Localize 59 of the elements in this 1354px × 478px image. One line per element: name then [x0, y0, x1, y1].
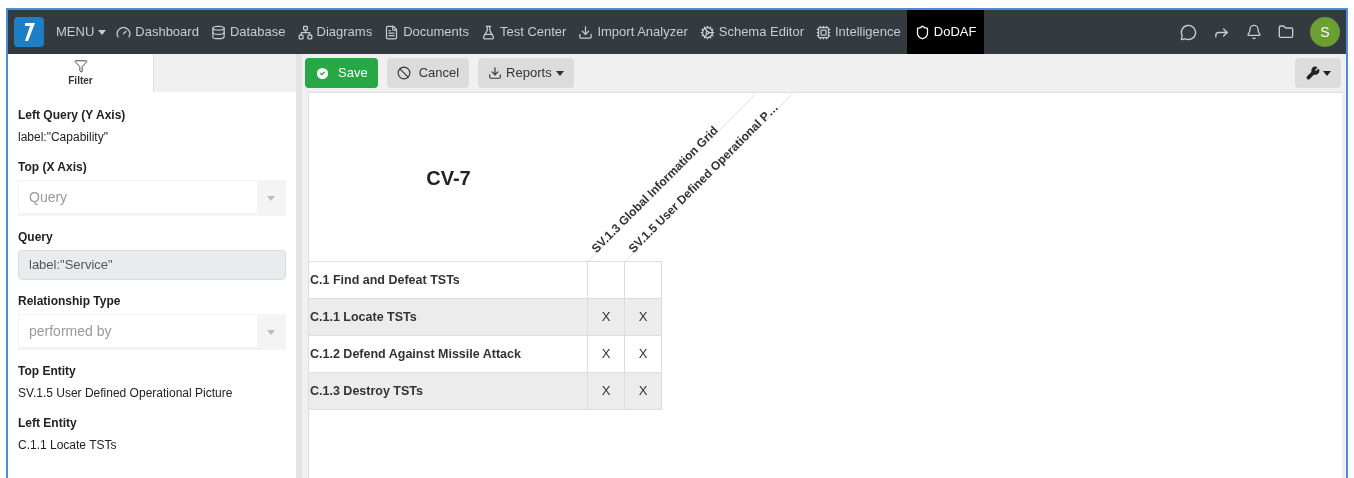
row-header: C.1.3 Destroy TSTs [309, 373, 588, 409]
nav-tab[interactable]: Dashboard [110, 10, 205, 54]
check-icon [315, 65, 330, 81]
download-icon [578, 24, 594, 40]
field-label: Top Entity [18, 363, 77, 380]
caret-icon [267, 329, 275, 335]
wrench-icon [1305, 66, 1320, 80]
nav-tab[interactable]: Diagrams [291, 10, 379, 54]
caret-icon [267, 195, 275, 201]
gear-icon [699, 24, 715, 40]
row-header: C.1.1 Locate TSTs [309, 299, 588, 335]
field-label: Left Query (Y Axis) [18, 107, 127, 124]
gauge-icon [116, 24, 132, 40]
cancel-button[interactable]: Cancel [386, 58, 470, 88]
matrix-cell: X [588, 336, 625, 372]
matrix-cell: X [625, 336, 662, 372]
row-header: C.1 Find and Defeat TSTs [309, 262, 588, 298]
nav-tab[interactable]: DoDAF [906, 10, 985, 54]
database-icon [210, 24, 226, 40]
field-value: label:"Capability" [18, 129, 109, 146]
caret-icon [98, 29, 107, 35]
filter-tab[interactable]: Filter [8, 54, 154, 92]
caret-icon [555, 70, 564, 76]
logo-icon [22, 21, 36, 43]
matrix-cell: X [588, 299, 625, 335]
menu-button[interactable]: MENU [52, 22, 111, 42]
download-icon [488, 66, 503, 80]
nav-tab[interactable]: Documents [378, 10, 475, 54]
field-value: SV.1.5 User Defined Operational Picture [18, 385, 234, 402]
tools-button[interactable] [1295, 58, 1341, 88]
nav-tab[interactable]: Database [204, 10, 292, 54]
field-label: Relationship Type [18, 293, 122, 310]
matrix-cell: X [625, 299, 662, 335]
document-icon [384, 24, 400, 40]
field-label: Top (X Axis) [18, 159, 88, 176]
field-label: Left Entity [18, 415, 78, 432]
flask-icon [480, 24, 496, 40]
row-header: C.1.2 Defend Against Missile Attack [309, 336, 588, 372]
bell-icon[interactable] [1246, 24, 1262, 40]
matrix-cell: X [588, 373, 625, 409]
nav-tab[interactable]: Import Analyzer [572, 10, 694, 54]
diagram-icon [297, 24, 313, 40]
nav-tab[interactable]: Intelligence [810, 10, 907, 54]
text-input[interactable]: label:"Service" [18, 250, 286, 280]
field-value: C.1.1 Locate TSTs [18, 437, 118, 454]
shield-icon [914, 24, 930, 40]
cancel-icon [396, 66, 411, 80]
folder-icon[interactable] [1278, 24, 1294, 40]
field-label: Query [18, 229, 54, 246]
caret-icon [1322, 70, 1331, 76]
nav-tab[interactable]: Schema Editor [693, 10, 810, 54]
reports-button[interactable]: Reports [478, 58, 574, 88]
matrix-cell: X [625, 373, 662, 409]
filter-icon [73, 58, 88, 73]
chat-icon[interactable] [1180, 23, 1197, 41]
nav-tab[interactable]: Test Center [474, 10, 573, 54]
chip-icon [816, 24, 831, 40]
matrix-title: CV-7 [426, 165, 471, 191]
app-logo[interactable] [14, 17, 44, 47]
